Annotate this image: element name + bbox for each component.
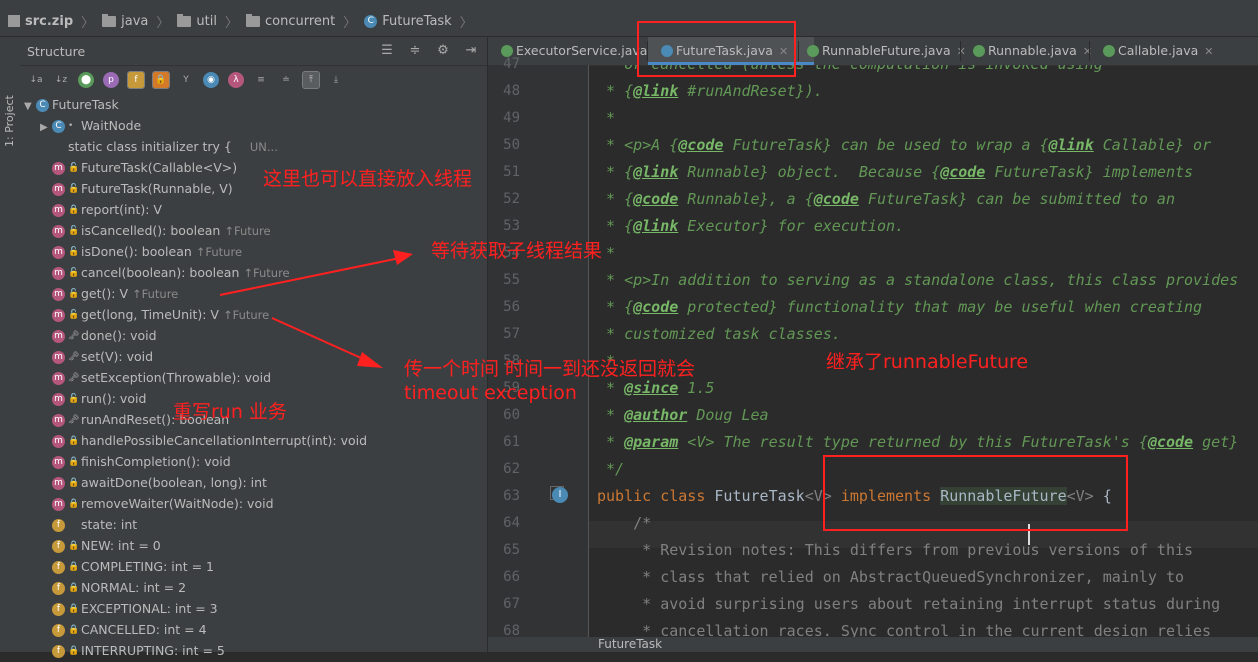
arrow-get — [219, 257, 401, 296]
arrow-head-timeout — [357, 352, 383, 368]
arrow-timeout — [271, 317, 371, 363]
annotation-arrows — [219, 250, 413, 368]
arrow-head-get — [393, 250, 413, 265]
